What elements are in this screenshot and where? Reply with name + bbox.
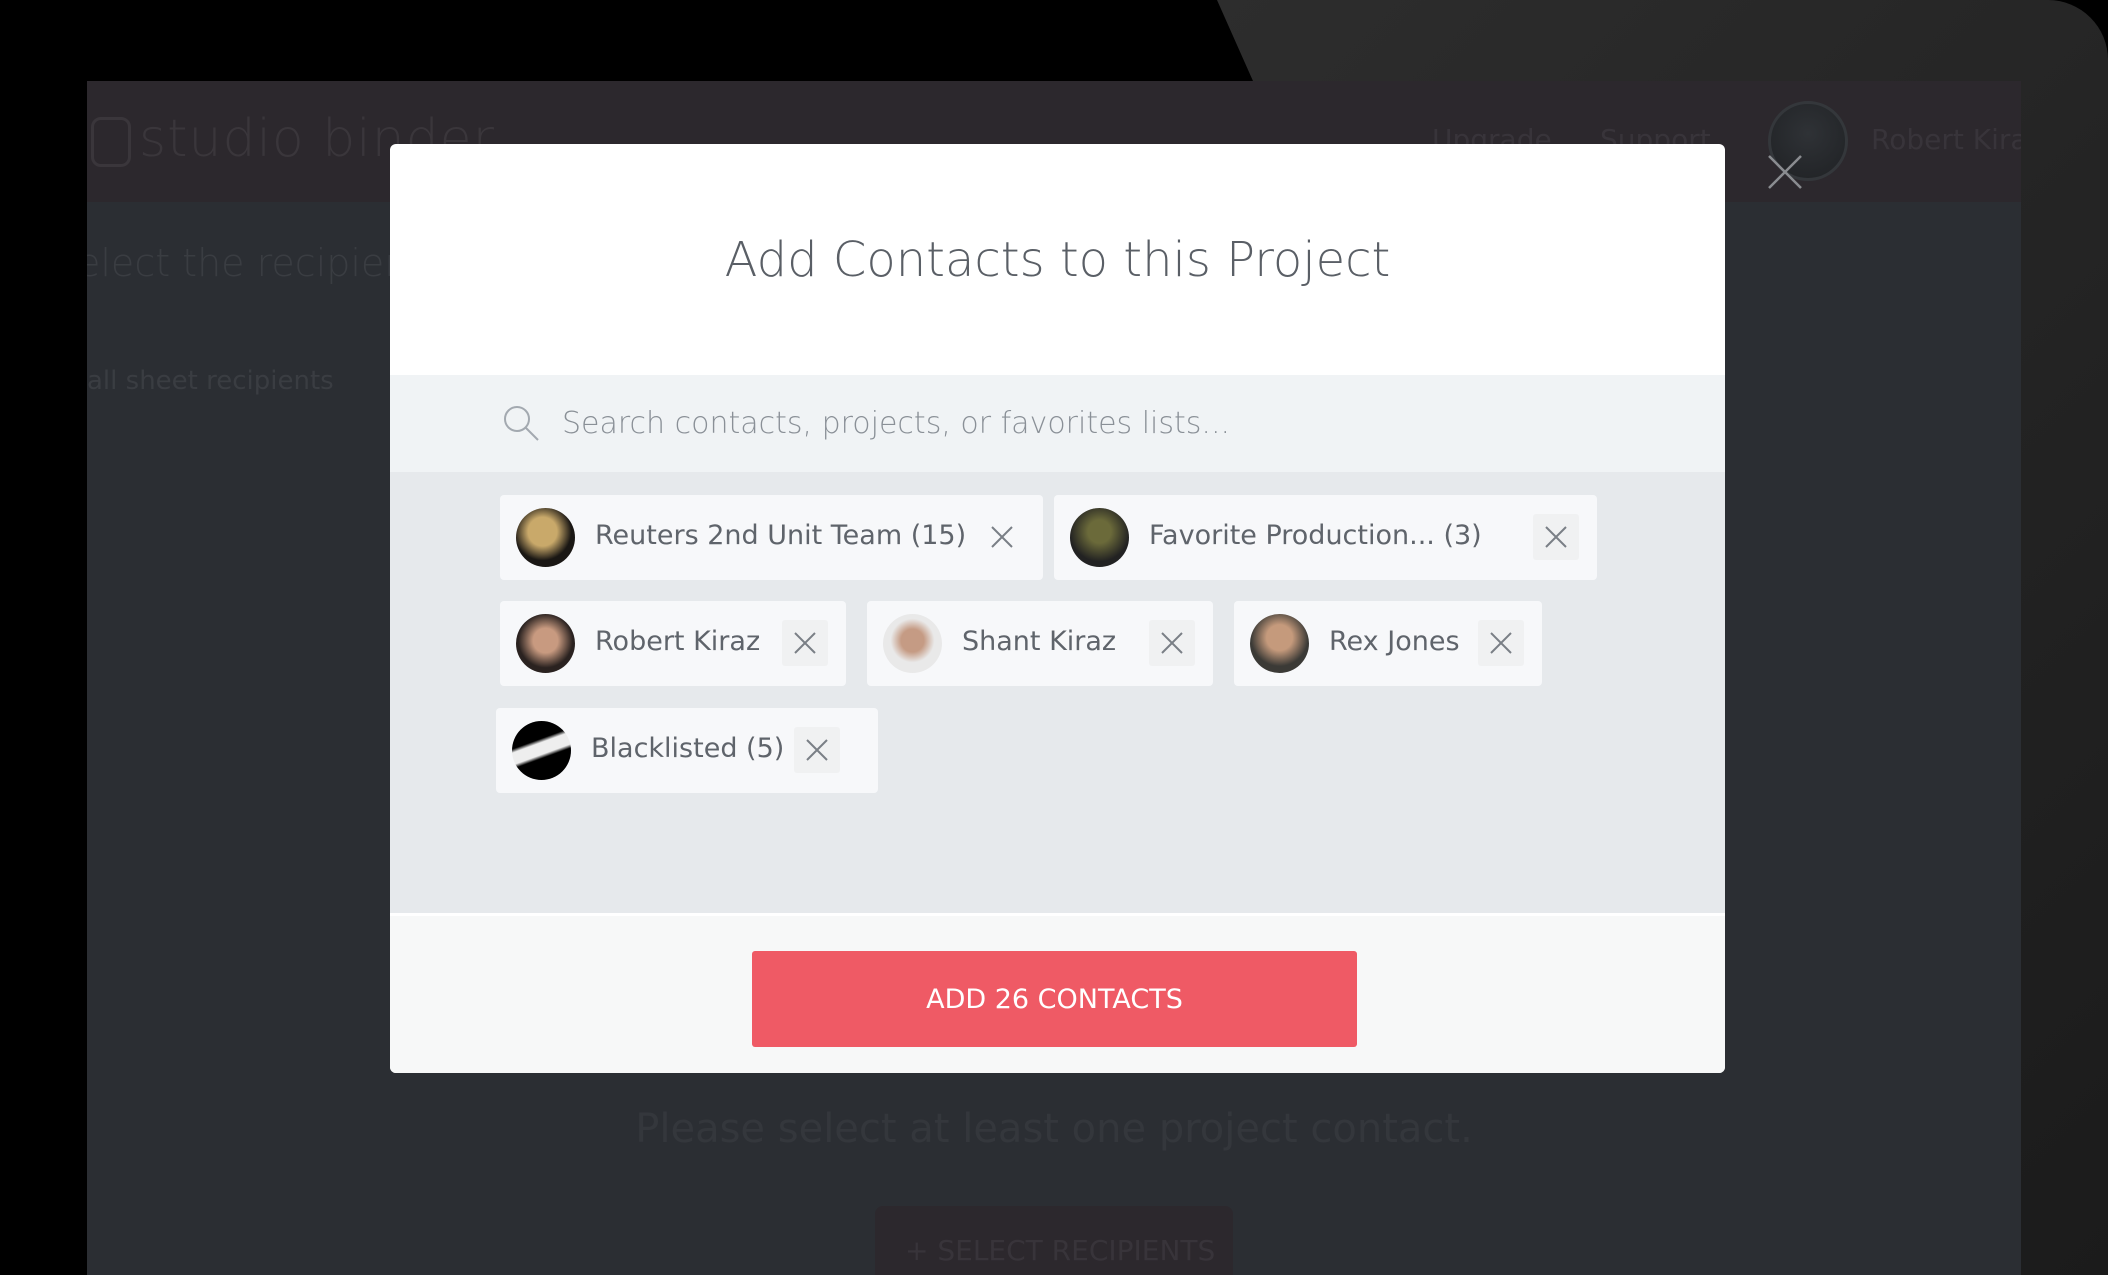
close-modal-icon[interactable] bbox=[1765, 152, 1805, 192]
close-icon bbox=[806, 739, 828, 761]
remove-chip-button[interactable] bbox=[1478, 620, 1524, 666]
person-avatar bbox=[883, 614, 942, 673]
search-icon bbox=[504, 406, 539, 441]
add-contacts-button[interactable]: ADD 26 CONTACTS bbox=[752, 951, 1357, 1047]
user-name[interactable]: Robert Kiraz bbox=[1871, 123, 2021, 156]
chip-label: Blacklisted (5) bbox=[591, 733, 785, 764]
contact-chip: Blacklisted (5) bbox=[496, 708, 878, 793]
chip-label: Reuters 2nd Unit Team (15) bbox=[595, 520, 967, 551]
remove-chip-button[interactable] bbox=[794, 727, 840, 773]
group-avatar bbox=[512, 721, 571, 780]
contact-chip: Favorite Production... (3) bbox=[1054, 495, 1597, 580]
remove-chip-button[interactable] bbox=[782, 620, 828, 666]
close-icon bbox=[1545, 526, 1567, 548]
modal-footer: ADD 26 CONTACTS bbox=[390, 913, 1725, 1073]
modal-title: Add Contacts to this Project bbox=[724, 232, 1391, 288]
search-input[interactable] bbox=[562, 397, 1662, 449]
section-label: all sheet recipients bbox=[87, 366, 334, 396]
add-contacts-modal: Add Contacts to this Project Reuters 2nd… bbox=[390, 144, 1725, 1073]
remove-chip-button[interactable] bbox=[1533, 514, 1579, 560]
chip-label: Robert Kiraz bbox=[595, 626, 761, 657]
empty-message: Please select at least one project conta… bbox=[635, 1106, 1473, 1152]
chip-label: Shant Kiraz bbox=[962, 626, 1117, 657]
close-icon bbox=[1490, 632, 1512, 654]
select-recipients-button[interactable]: + SELECT RECIPIENTS bbox=[875, 1206, 1233, 1275]
close-icon bbox=[794, 632, 816, 654]
contact-chip: Robert Kiraz bbox=[500, 601, 846, 686]
contact-chip: Rex Jones bbox=[1234, 601, 1542, 686]
contact-chip: Reuters 2nd Unit Team (15) bbox=[500, 495, 1043, 580]
search-bar bbox=[390, 375, 1725, 472]
person-avatar bbox=[1250, 614, 1309, 673]
logo-icon bbox=[91, 117, 131, 167]
close-icon bbox=[991, 526, 1013, 548]
chip-label: Favorite Production... (3) bbox=[1149, 520, 1482, 551]
person-avatar bbox=[516, 614, 575, 673]
chip-label: Rex Jones bbox=[1329, 626, 1460, 657]
selected-contacts: Reuters 2nd Unit Team (15) Favorite Prod… bbox=[390, 472, 1725, 913]
close-icon bbox=[1161, 632, 1183, 654]
remove-chip-button[interactable] bbox=[1149, 620, 1195, 666]
contact-chip: Shant Kiraz bbox=[867, 601, 1213, 686]
group-avatar bbox=[516, 508, 575, 567]
remove-chip-button[interactable] bbox=[979, 514, 1025, 560]
group-avatar bbox=[1070, 508, 1129, 567]
